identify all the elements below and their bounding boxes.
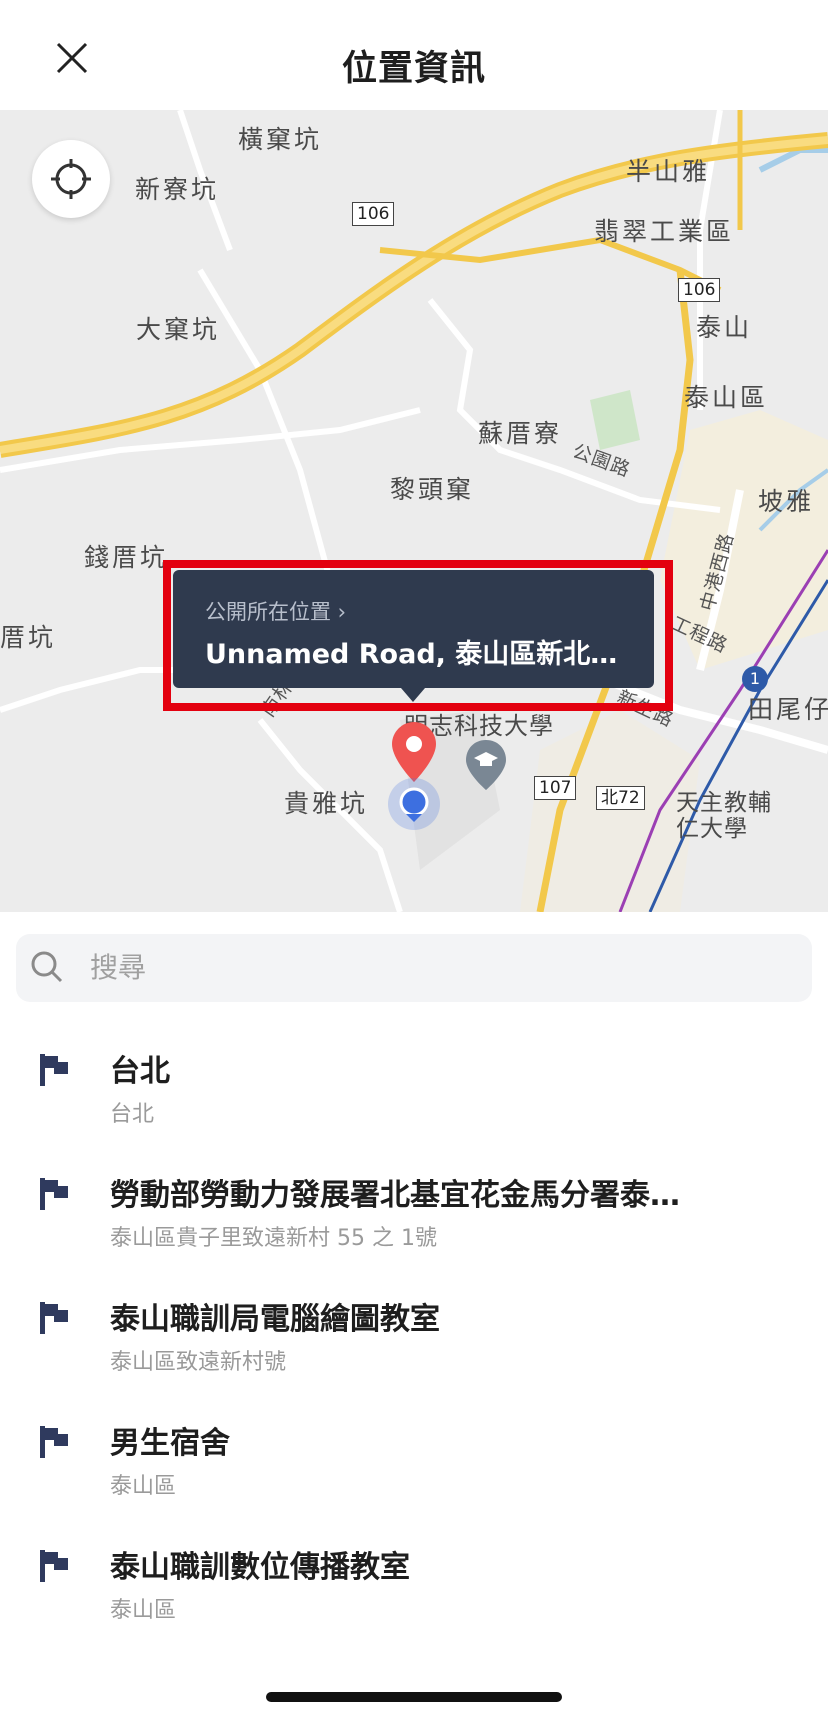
current-location-icon — [388, 778, 440, 830]
route-shield: 106 — [352, 202, 395, 226]
list-item[interactable]: 台北 台北 — [0, 1026, 828, 1150]
list-item[interactable]: 泰山職訓數位傳播教室 泰山區 — [0, 1522, 828, 1646]
list-item[interactable]: 勞動部勞動力發展署北基宜花金馬分署泰… 泰山區貴子里致遠新村 55 之 1號 — [0, 1150, 828, 1274]
place-address: 台北 — [110, 1102, 155, 1127]
flag-icon — [40, 1178, 70, 1214]
place-address: 泰山區 — [110, 1598, 177, 1623]
map-label: 黎頭窠 — [390, 475, 475, 504]
map-label: 半山雅 — [626, 157, 711, 186]
map-label: 蘇厝寮 — [478, 419, 563, 448]
map-label: 新寮坑 — [135, 175, 220, 204]
map-label: 坡雅 — [758, 487, 815, 516]
search-input[interactable] — [90, 934, 770, 1002]
route-shield: 107 — [534, 776, 577, 800]
map[interactable]: 橫窠坑 新寮坑 大窠坑 半山雅 翡翠工業區 泰山 泰山區 蘇厝寮 黎頭窠 錢厝坑… — [0, 110, 828, 912]
list-item[interactable]: 泰山職訓局電腦繪圖教室 泰山區致遠新村號 — [0, 1274, 828, 1398]
header: 位置資訊 — [0, 0, 828, 110]
place-address: 泰山區 — [110, 1474, 177, 1499]
crosshair-icon — [51, 159, 91, 203]
place-name: 泰山職訓局電腦繪圖教室 — [110, 1302, 440, 1337]
map-label: 泰山區 — [684, 383, 769, 412]
map-label: 田尾仔 — [748, 695, 828, 724]
place-name: 男生宿舍 — [110, 1426, 230, 1461]
flag-icon — [40, 1426, 70, 1462]
place-name: 勞動部勞動力發展署北基宜花金馬分署泰… — [110, 1178, 680, 1213]
flag-icon — [40, 1302, 70, 1338]
list-item[interactable]: 男生宿舍 泰山區 — [0, 1398, 828, 1522]
place-name: 泰山職訓數位傳播教室 — [110, 1550, 410, 1585]
flag-icon — [40, 1550, 70, 1586]
route-shield: 北72 — [596, 786, 645, 810]
flag-icon — [40, 1054, 70, 1090]
map-label: 厝坑 — [0, 623, 57, 652]
place-address: 泰山區致遠新村號 — [110, 1350, 287, 1375]
map-label: 大窠坑 — [136, 315, 221, 344]
map-label: 錢厝坑 — [84, 543, 169, 572]
school-icon — [466, 740, 506, 794]
map-label: 橫窠坑 — [238, 125, 323, 154]
route-shield: 106 — [678, 278, 721, 302]
map-label: 貴雅坑 — [284, 789, 369, 818]
page-title: 位置資訊 — [341, 49, 486, 89]
place-name: 台北 — [110, 1054, 170, 1089]
map-label: 翡翠工業區 — [594, 217, 735, 246]
location-pin-icon — [392, 722, 436, 786]
search-icon — [30, 950, 64, 988]
home-indicator[interactable] — [266, 1692, 562, 1702]
locate-button[interactable] — [32, 140, 110, 218]
map-label: 天主教輔仁大學 — [676, 790, 772, 842]
search-bar[interactable] — [16, 934, 812, 1002]
map-label: 泰山 — [696, 313, 753, 342]
place-address: 泰山區貴子里致遠新村 55 之 1號 — [110, 1226, 437, 1251]
route-shield: 1 — [742, 666, 768, 692]
highlight-box — [163, 560, 673, 711]
